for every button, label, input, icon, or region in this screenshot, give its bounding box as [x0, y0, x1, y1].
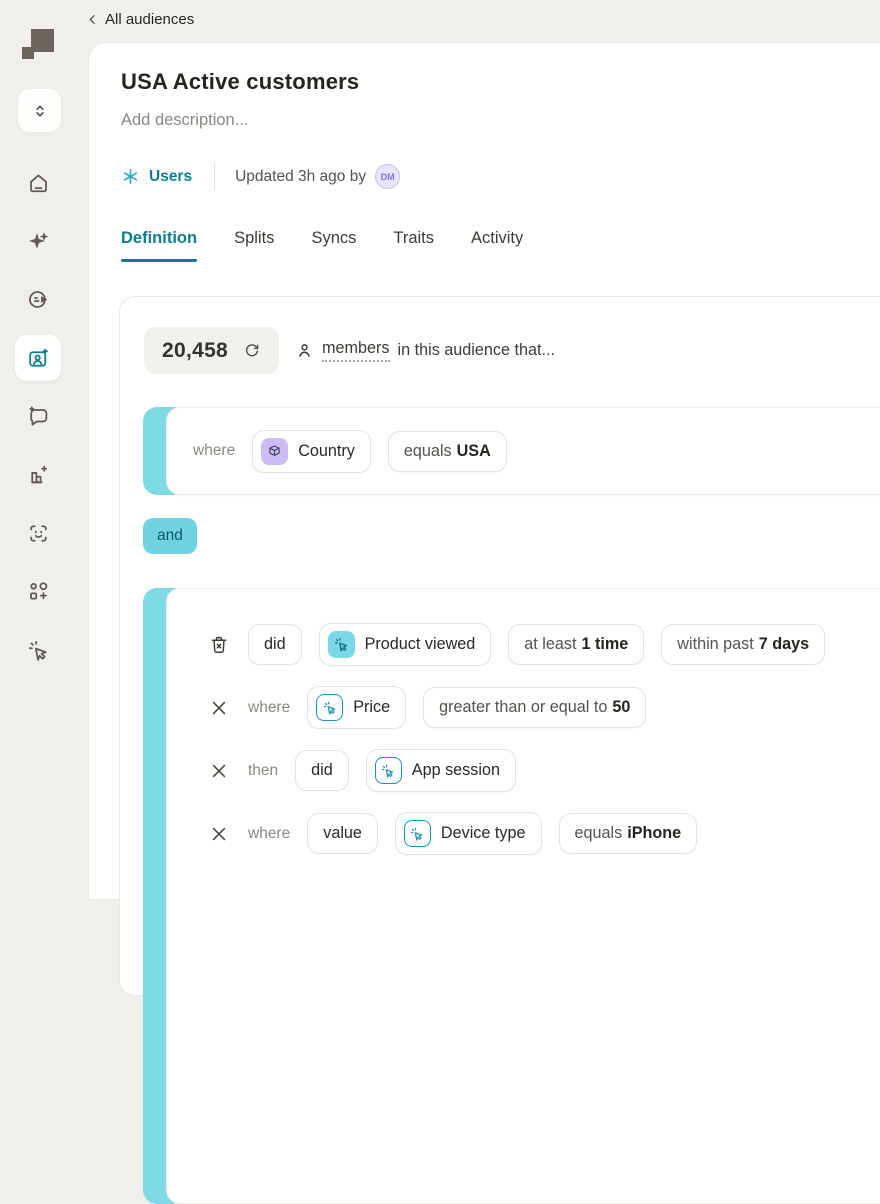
window-text: within past: [677, 635, 754, 653]
and-connector[interactable]: and: [143, 518, 197, 554]
apps-plus-icon: [26, 579, 51, 604]
tab-traits[interactable]: Traits: [393, 229, 434, 262]
property-label: Device type: [440, 824, 526, 842]
sidebar-item-identity[interactable]: [15, 510, 61, 556]
breadcrumb-label: All audiences: [105, 11, 195, 28]
condition-row-event: did Product viewed at least 1 time withi…: [207, 623, 880, 666]
keyword-where: where: [248, 824, 291, 842]
audiences-card-icon: [26, 346, 51, 371]
updated-text: Updated 3h ago by: [235, 167, 367, 185]
sidebar-item-activation[interactable]: [15, 627, 61, 673]
tab-bar: Definition Splits Syncs Traits Activity: [121, 229, 523, 262]
sidebar: [0, 0, 88, 880]
meta-row: Users Updated 3h ago by DM: [121, 163, 401, 190]
keyword-chip-did[interactable]: did: [248, 624, 302, 665]
event-property-cursor-icon: [403, 820, 431, 847]
tab-splits[interactable]: Splits: [234, 229, 274, 262]
members-link[interactable]: members: [322, 339, 390, 362]
face-scan-icon: [26, 521, 51, 546]
condition-row-device: where value Device type equals iPhone: [207, 812, 880, 855]
refresh-button[interactable]: [243, 342, 261, 360]
main-content-card: USA Active customers Add description... …: [88, 42, 880, 1204]
app-logo: [22, 29, 56, 60]
event-label: App session: [411, 761, 500, 779]
event-property-cursor-icon: [316, 694, 344, 721]
keyword-then: then: [248, 761, 279, 779]
member-count-row: 20,458 members in this audience that...: [144, 327, 555, 374]
property-label: Country: [298, 441, 355, 460]
frequency-chip[interactable]: at least 1 time: [508, 624, 645, 665]
property-chip-country[interactable]: Country: [252, 429, 371, 473]
delete-row-button[interactable]: [207, 634, 231, 656]
keyword-where: where: [248, 698, 291, 716]
event-chip-product-viewed[interactable]: Product viewed: [318, 623, 492, 666]
cube-icon: [261, 437, 289, 465]
snowflake-icon: [121, 167, 140, 186]
event-cursor-icon: [327, 631, 355, 658]
sidebar-item-assistant[interactable]: [15, 218, 61, 264]
journeys-face-icon: [26, 287, 51, 312]
operator-text: equals: [574, 824, 623, 842]
chat-sparkle-icon: [26, 404, 51, 429]
condition-row-price: where Price greater than or equal to 50: [207, 686, 880, 729]
page-title[interactable]: USA Active customers: [121, 69, 359, 95]
sidebar-item-journeys[interactable]: [15, 276, 61, 322]
value-chip[interactable]: value: [307, 813, 378, 854]
divider: [214, 163, 216, 190]
chart-plus-icon: [26, 462, 51, 487]
entity-badge[interactable]: Users: [121, 167, 192, 186]
event-chip-app-session[interactable]: App session: [365, 749, 516, 792]
remove-row-button[interactable]: [207, 761, 231, 781]
keyword-chip-did[interactable]: did: [295, 750, 349, 791]
operator-value: iPhone: [627, 824, 682, 842]
frequency-text: at least: [524, 635, 577, 653]
property-chip-price[interactable]: Price: [307, 686, 407, 729]
members-suffix: in this audience that...: [397, 341, 555, 359]
tab-syncs[interactable]: Syncs: [311, 229, 356, 262]
definition-panel: 20,458 members in this audience that... …: [119, 296, 880, 1204]
tab-activity[interactable]: Activity: [471, 229, 523, 262]
operator-text: equals: [403, 441, 452, 460]
sidebar-item-audiences[interactable]: [15, 335, 61, 381]
workspace-switcher[interactable]: [17, 88, 62, 133]
sidebar-item-home[interactable]: [15, 160, 61, 206]
event-cursor-icon: [374, 757, 402, 784]
member-count: 20,458: [162, 338, 229, 362]
operator-value: 50: [612, 698, 631, 716]
sidebar-item-catalog[interactable]: [15, 568, 61, 614]
event-label: Product viewed: [364, 635, 476, 653]
home-icon: [26, 171, 51, 196]
operator-value: USA: [456, 441, 491, 460]
sidebar-item-profiles[interactable]: [15, 393, 61, 439]
keyword-where: where: [193, 442, 236, 459]
members-text: members in this audience that...: [295, 339, 555, 362]
avatar: DM: [375, 164, 401, 189]
time-window-chip[interactable]: within past 7 days: [661, 624, 826, 665]
sidebar-item-analytics[interactable]: [15, 451, 61, 497]
description-placeholder[interactable]: Add description...: [121, 111, 249, 130]
condition-card-events: did Product viewed at least 1 time withi…: [166, 588, 880, 1204]
breadcrumb[interactable]: All audiences: [86, 11, 194, 28]
ai-sparkle-icon: [26, 229, 51, 254]
remove-row-button[interactable]: [207, 698, 231, 718]
person-icon: [295, 341, 314, 360]
operator-chip-gte-50[interactable]: greater than or equal to 50: [423, 687, 647, 728]
condition-row-then: then did App session: [207, 749, 880, 792]
remove-row-button[interactable]: [207, 824, 231, 844]
operator-chip-equals-iphone[interactable]: equals iPhone: [558, 813, 698, 854]
property-label: Price: [353, 698, 391, 716]
member-count-pill: 20,458: [144, 327, 280, 374]
chevrons-up-down-icon: [30, 101, 50, 121]
condition-card-country: where Country equals USA: [166, 407, 880, 495]
entity-label: Users: [149, 167, 193, 185]
frequency-value: 1 time: [581, 635, 629, 653]
cursor-sparkle-icon: [26, 638, 51, 663]
property-chip-device-type[interactable]: Device type: [394, 812, 542, 855]
operator-chip-equals-usa[interactable]: equals USA: [387, 430, 507, 472]
tab-definition[interactable]: Definition: [121, 229, 198, 262]
operator-text: greater than or equal to: [439, 698, 608, 716]
window-value: 7 days: [758, 635, 810, 653]
